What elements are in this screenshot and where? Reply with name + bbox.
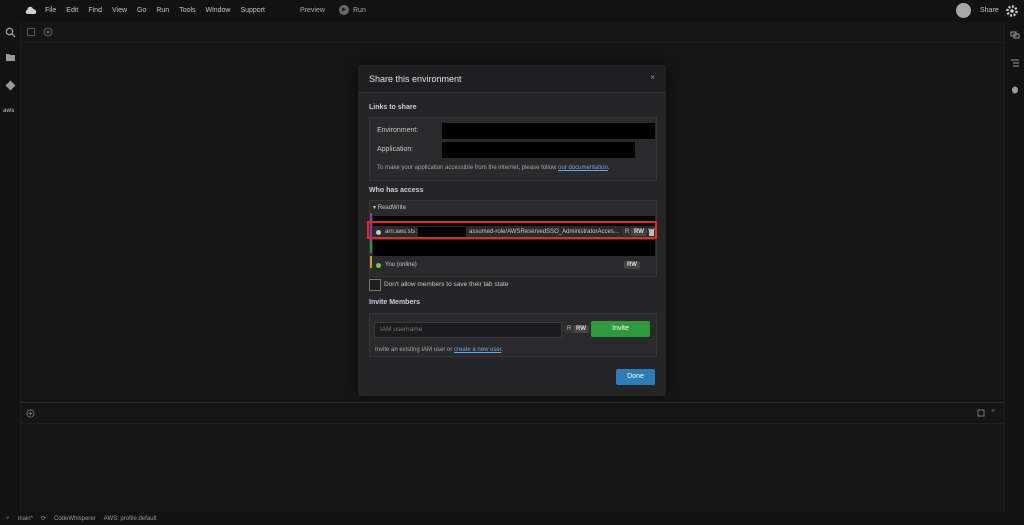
left-sidebar: aws [0,22,21,512]
bottom-panel: × [21,402,1004,513]
menu-edit[interactable]: Edit [66,7,78,14]
status-bar: ⑂ main* ⟳ CodeWhisperer AWS: profile:def… [0,512,1024,525]
git-icon[interactable] [5,80,16,91]
codewhisperer-label[interactable]: CodeWhisperer [54,516,96,522]
member-color-bar-2 [370,241,372,251]
share-button[interactable]: Share [980,7,999,14]
close-icon[interactable]: × [650,73,655,82]
invite-button[interactable]: Invite [591,321,650,337]
menu-run[interactable]: Run [156,7,169,14]
redacted-row-2 [373,240,655,256]
member-highlight-box [367,221,657,239]
menu-go[interactable]: Go [137,7,146,14]
debugger-icon[interactable] [1010,84,1020,94]
online-dot [376,263,381,268]
environment-label: Environment: [377,127,419,134]
outline-icon[interactable] [1010,58,1020,68]
menu-tools[interactable]: Tools [179,7,195,14]
maximize-icon[interactable] [977,409,985,417]
tab-state-label: Don't allow members to save their tab st… [384,281,509,288]
preview-button[interactable]: Preview [300,7,325,14]
dialog-title: Share this environment [369,74,462,84]
sync-icon[interactable]: ⟳ [41,515,46,522]
links-section-title: Links to share [369,104,417,111]
done-button[interactable]: Done [616,369,655,385]
iam-username-input[interactable]: IAM username [374,322,562,338]
links-box: Environment: Application: To make your a… [369,117,657,181]
menu-find[interactable]: Find [88,7,102,14]
you-color-bar [370,256,372,268]
add-terminal-icon[interactable] [26,409,35,418]
avatar[interactable] [956,3,971,18]
group-label: ReadWrite [377,205,406,211]
application-link-redacted[interactable] [442,142,635,158]
tab-state-checkbox[interactable] [369,279,381,291]
collaborate-icon[interactable] [1010,30,1020,40]
invite-note-suffix: . [501,347,504,353]
search-icon[interactable] [5,27,16,38]
bottom-panel-header: × [21,403,1004,424]
branch-label[interactable]: main* [18,516,33,522]
layout-icon[interactable] [27,28,35,36]
dialog-header: Share this environment × [358,65,666,93]
note-text: To make your application accessible from… [377,165,557,171]
main-menu: File Edit Find View Go Run Tools Window … [45,7,275,14]
aws-profile-label[interactable]: AWS: profile:default [104,516,157,522]
gear-icon[interactable] [1005,4,1019,18]
run-label: Run [353,6,366,14]
you-label: You (online) [385,262,417,268]
invite-rw-button[interactable]: RW [573,325,589,333]
readwrite-group[interactable]: ▾ ReadWrite [373,204,406,211]
play-icon: ▶ [339,5,349,15]
create-user-link[interactable]: create a new user [454,347,501,353]
right-sidebar [1004,22,1024,512]
menu-window[interactable]: Window [206,7,231,14]
you-rw-badge: RW [624,261,640,269]
cloud9-logo-icon[interactable] [25,6,37,15]
invite-note-text: Invite an existing IAM user or [375,347,453,353]
menu-support[interactable]: Support [240,7,265,14]
input-placeholder: IAM username [380,326,423,333]
environment-link-redacted[interactable] [442,123,655,139]
branch-icon: ⑂ [6,515,10,522]
note-suffix: . [607,165,610,171]
run-button[interactable]: ▶ Run [339,5,366,15]
aws-icon[interactable]: aws [3,108,17,119]
close-icon[interactable]: × [991,408,995,415]
folder-icon[interactable] [5,52,16,63]
editor-tab-bar [21,22,1004,43]
menu-file[interactable]: File [45,7,56,14]
top-menubar: File Edit Find View Go Run Tools Window … [0,0,1024,22]
documentation-note: To make your application accessible from… [377,165,609,171]
invite-note: Invite an existing IAM user or create a … [375,347,503,353]
invite-members-title: Invite Members [369,299,420,306]
documentation-link[interactable]: our documentation [558,165,608,171]
add-tab-icon[interactable] [43,27,53,37]
who-has-access-title: Who has access [369,187,424,194]
application-label: Application: [377,146,414,153]
menu-view[interactable]: View [112,7,127,14]
share-dialog: Share this environment × Links to share … [358,65,666,396]
